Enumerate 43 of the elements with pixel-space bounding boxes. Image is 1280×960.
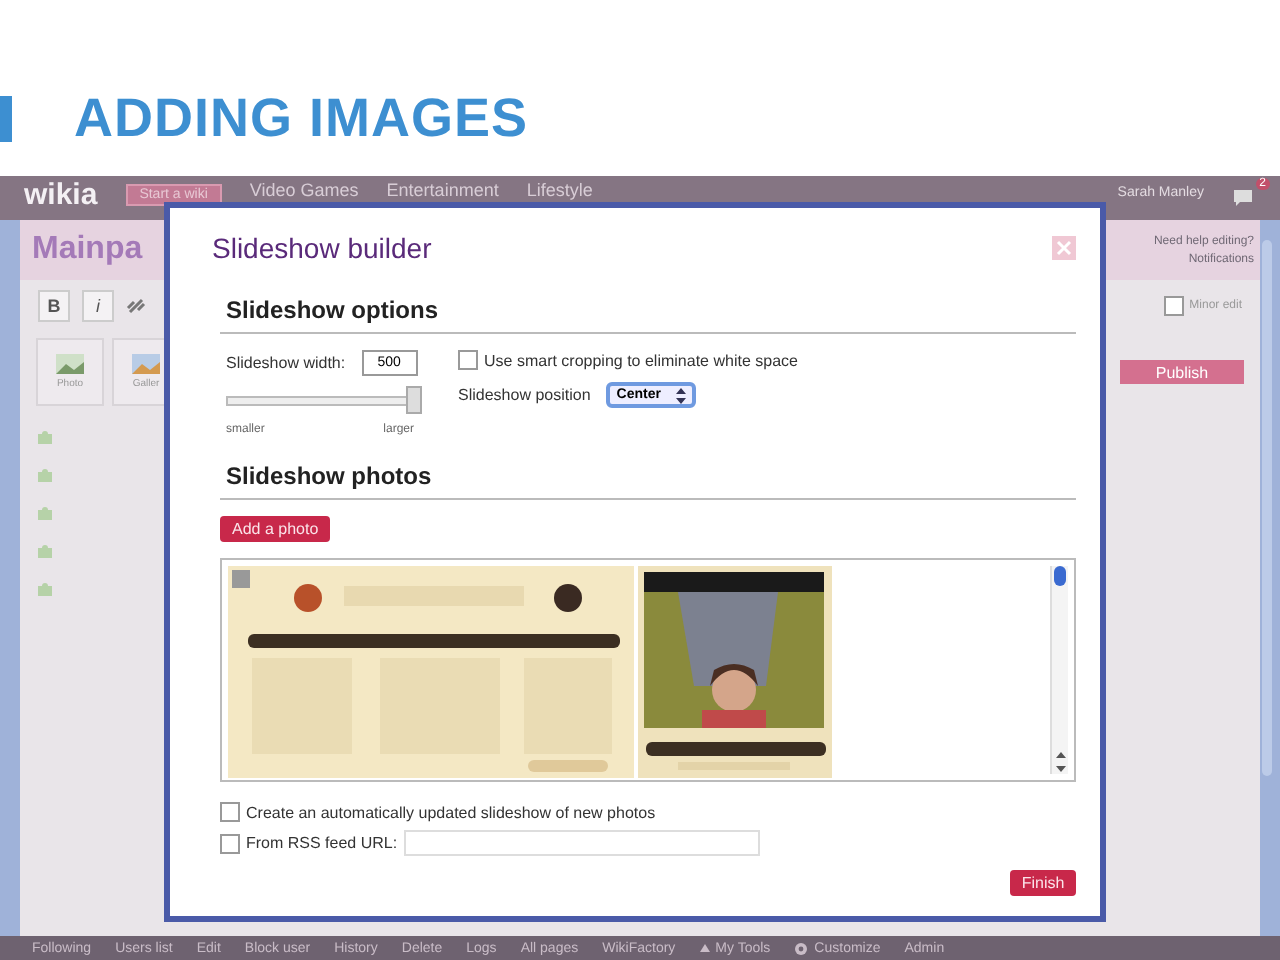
width-label: Slideshow width: [226, 354, 346, 372]
puzzle-icon [36, 542, 54, 560]
accent-bar [0, 95, 12, 141]
puzzle-icon [36, 428, 54, 446]
slide-title: ADDING IMAGES [74, 87, 529, 149]
page-title: Mainpa [32, 232, 143, 268]
smart-crop-label: Use smart cropping to eliminate white space [484, 351, 798, 369]
smart-crop-checkbox[interactable] [458, 350, 478, 370]
slider-thumb[interactable] [406, 386, 422, 414]
format-button[interactable]: i [82, 290, 114, 322]
link-icon[interactable] [126, 296, 146, 316]
stepper-icon [676, 387, 687, 403]
logo[interactable]: wikia [24, 180, 98, 212]
scroll-thumb[interactable] [1054, 566, 1066, 586]
add-photo-button[interactable]: Add a photo [220, 516, 331, 542]
puzzle-icon [36, 580, 54, 598]
gallery-icon [132, 354, 160, 374]
puzzle-icon [36, 504, 54, 522]
nav-menu[interactable]: Entertainment [386, 180, 499, 202]
rss-url-field[interactable] [403, 830, 760, 856]
scroll-arrows-icon[interactable] [1055, 750, 1065, 774]
finish-button[interactable]: Finish [1010, 870, 1076, 896]
dialog-title: Slideshow builder [212, 232, 432, 264]
caret-icon [699, 944, 710, 952]
format-button[interactable]: B [38, 290, 70, 322]
rss-checkbox[interactable] [220, 833, 240, 853]
auto-update-checkbox[interactable] [220, 802, 240, 822]
nav-menu[interactable]: Lifestyle [526, 180, 593, 202]
close-button[interactable] [1052, 236, 1076, 260]
scrollbar[interactable] [1262, 240, 1272, 776]
scrollbar[interactable] [1050, 566, 1068, 774]
minor-edit-checkbox[interactable] [1163, 296, 1184, 316]
section-heading: Slideshow options [220, 296, 1076, 334]
position-label: Slideshow position [458, 386, 591, 404]
photo-icon [56, 354, 84, 374]
rss-label: From RSS feed URL: [246, 834, 398, 852]
settings-icon [794, 941, 809, 955]
auto-update-label: Create an automatically updated slideshow of new photos [246, 803, 656, 821]
width-slider[interactable] [226, 386, 422, 414]
puzzle-icon [36, 466, 54, 484]
publish-button[interactable]: Publish [1120, 360, 1244, 384]
section-heading: Slideshow photos [220, 462, 1076, 500]
nav-menu[interactable]: Video Games [249, 180, 359, 202]
